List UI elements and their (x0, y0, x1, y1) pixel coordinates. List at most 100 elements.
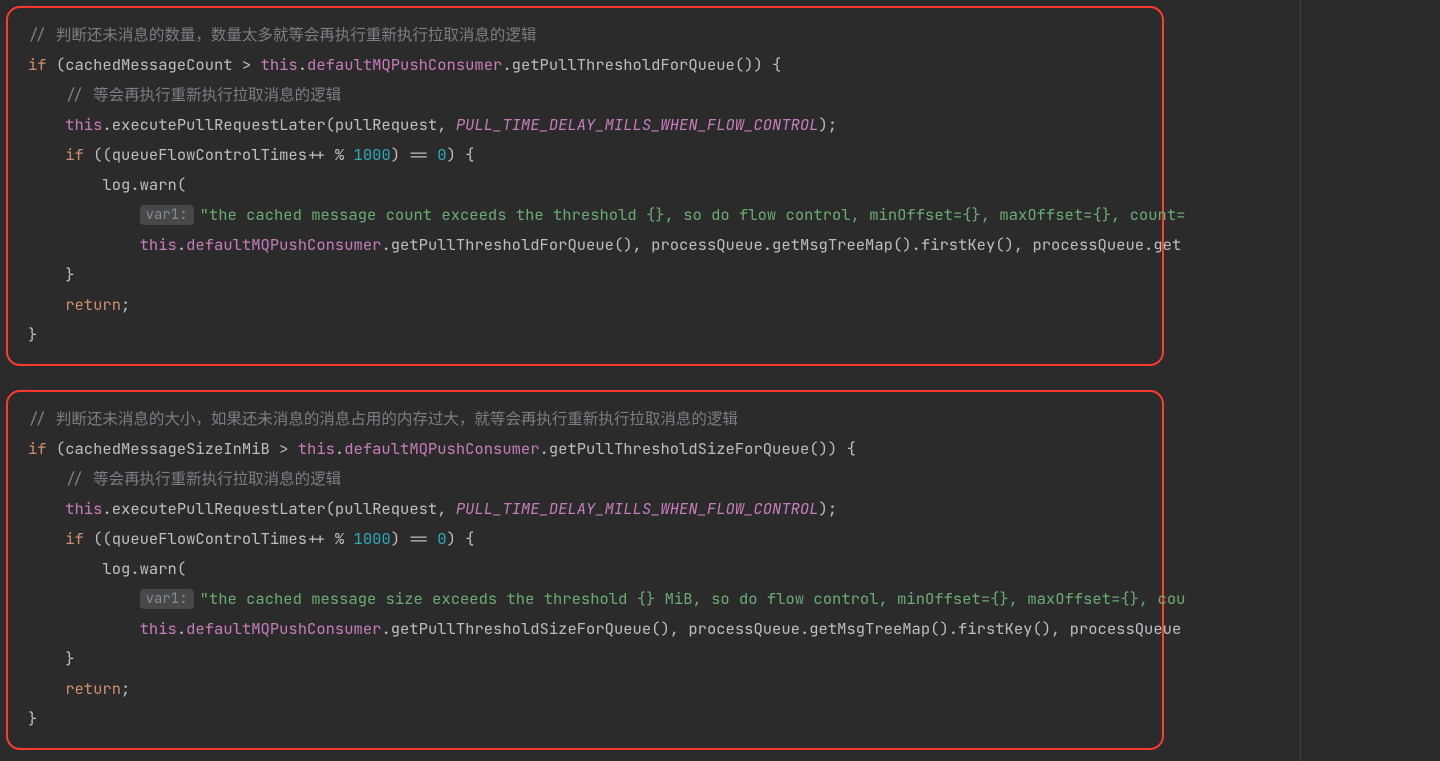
code-line: // 判断还未消息的大小，如果还未消息的消息占用的内存过大，就等会再执行重新执行… (28, 404, 1142, 434)
dot: . (381, 618, 390, 639)
method: getPullThresholdForQueue (391, 234, 614, 255)
field: defaultMQPushConsumer (344, 438, 539, 459)
dot: . (502, 54, 511, 75)
code-line: // 等会再执行重新执行拉取消息的逻辑 (28, 464, 1142, 494)
editor-guide-line (1300, 0, 1301, 761)
code-text: (), processQueue.getMsgTreeMap().firstKe… (651, 618, 1181, 639)
this-ref: this (261, 54, 298, 75)
method: getPullThresholdSizeForQueue (549, 438, 809, 459)
code-line: if (cachedMessageCount > this.defaultMQP… (28, 50, 1142, 80)
number: 0 (437, 144, 446, 165)
code-text: ) { (447, 144, 475, 165)
inlay-hint: var1: (140, 205, 194, 225)
code-line: this.executePullRequestLater(pullRequest… (28, 110, 1142, 140)
field: defaultMQPushConsumer (307, 54, 502, 75)
code-box-2: // 判断还未消息的大小，如果还未消息的消息占用的内存过大，就等会再执行重新执行… (6, 390, 1164, 750)
code-text: ) == (391, 528, 438, 549)
identifier: log (102, 174, 130, 195)
method: getPullThresholdForQueue (512, 54, 735, 75)
code-line: this.executePullRequestLater(pullRequest… (28, 494, 1142, 524)
number: 1000 (354, 144, 391, 165)
code-text: ++ % (307, 528, 354, 549)
brace: } (28, 708, 37, 729)
code-line: return; (28, 674, 1142, 704)
constant: PULL_TIME_DELAY_MILLS_WHEN_FLOW_CONTROL (456, 498, 819, 519)
dot: . (130, 174, 139, 195)
code-line: this.defaultMQPushConsumer.getPullThresh… (28, 230, 1142, 260)
code-box-1: // 判断还未消息的数量，数量太多就等会再执行重新执行拉取消息的逻辑 if (c… (6, 6, 1164, 366)
keyword-if: if (65, 144, 84, 165)
code-line: log.warn( (28, 170, 1142, 200)
paren: ( (177, 174, 186, 195)
code-line: // 等会再执行重新执行拉取消息的逻辑 (28, 80, 1142, 110)
code-text: ()) { (735, 54, 782, 75)
code-line: var1:"the cached message size exceeds th… (28, 584, 1142, 614)
this-ref: this (140, 618, 177, 639)
code-line: } (28, 644, 1142, 674)
this-ref: this (65, 498, 102, 519)
comment: // 等会再执行重新执行拉取消息的逻辑 (65, 468, 341, 489)
comment: // 判断还未消息的数量，数量太多就等会再执行重新执行拉取消息的逻辑 (28, 24, 536, 45)
keyword-return: return (65, 294, 121, 315)
field: defaultMQPushConsumer (186, 234, 381, 255)
method: executePullRequestLater (112, 498, 326, 519)
code-text: ) { (447, 528, 475, 549)
number: 0 (437, 528, 446, 549)
code-line: this.defaultMQPushConsumer.getPullThresh… (28, 614, 1142, 644)
keyword-return: return (65, 678, 121, 699)
string: "the cached message count exceeds the th… (200, 204, 1186, 225)
this-ref: this (65, 114, 102, 135)
code-text: ); (819, 114, 838, 135)
this-ref: this (298, 438, 335, 459)
code-text: ) == (391, 144, 438, 165)
keyword-if: if (28, 54, 47, 75)
brace: } (65, 648, 74, 669)
dot: . (102, 114, 111, 135)
code-line: return; (28, 290, 1142, 320)
field: defaultMQPushConsumer (186, 618, 381, 639)
method: getPullThresholdSizeForQueue (391, 618, 651, 639)
code-text: ()) { (809, 438, 856, 459)
identifier: queueFlowControlTimes (112, 144, 307, 165)
this-ref: this (140, 234, 177, 255)
keyword-if: if (28, 438, 47, 459)
method: executePullRequestLater (112, 114, 326, 135)
dot: . (540, 438, 549, 459)
comment: // 判断还未消息的大小，如果还未消息的消息占用的内存过大，就等会再执行重新执行… (28, 408, 738, 429)
code-line: log.warn( (28, 554, 1142, 584)
comment: // 等会再执行重新执行拉取消息的逻辑 (65, 84, 341, 105)
code-text: (), processQueue.getMsgTreeMap().firstKe… (614, 234, 1181, 255)
code-editor[interactable]: // 判断还未消息的数量，数量太多就等会再执行重新执行拉取消息的逻辑 if (c… (0, 0, 1440, 761)
code-text: ); (819, 498, 838, 519)
code-line: } (28, 320, 1142, 350)
code-line: if (cachedMessageSizeInMiB > this.defaul… (28, 434, 1142, 464)
constant: PULL_TIME_DELAY_MILLS_WHEN_FLOW_CONTROL (456, 114, 819, 135)
code-text: (pullRequest, (326, 498, 456, 519)
identifier: log (102, 558, 130, 579)
dot: . (130, 558, 139, 579)
method: warn (140, 558, 177, 579)
method: warn (140, 174, 177, 195)
dot: . (335, 438, 344, 459)
paren: ( (177, 558, 186, 579)
code-line: // 判断还未消息的数量，数量太多就等会再执行重新执行拉取消息的逻辑 (28, 20, 1142, 50)
code-text: (( (84, 144, 112, 165)
brace: } (65, 264, 74, 285)
semicolon: ; (121, 294, 130, 315)
code-line: if ((queueFlowControlTimes++ % 1000) == … (28, 524, 1142, 554)
code-text: (pullRequest, (326, 114, 456, 135)
dot: . (102, 498, 111, 519)
dot: . (177, 234, 186, 255)
code-text: (cachedMessageSizeInMiB > (47, 438, 298, 459)
code-line: if ((queueFlowControlTimes++ % 1000) == … (28, 140, 1142, 170)
code-text: (( (84, 528, 112, 549)
semicolon: ; (121, 678, 130, 699)
code-line: var1:"the cached message count exceeds t… (28, 200, 1142, 230)
number: 1000 (354, 528, 391, 549)
identifier: queueFlowControlTimes (112, 528, 307, 549)
dot: . (298, 54, 307, 75)
code-text: (cachedMessageCount > (47, 54, 261, 75)
code-line: } (28, 704, 1142, 734)
inlay-hint: var1: (140, 589, 194, 609)
keyword-if: if (65, 528, 84, 549)
